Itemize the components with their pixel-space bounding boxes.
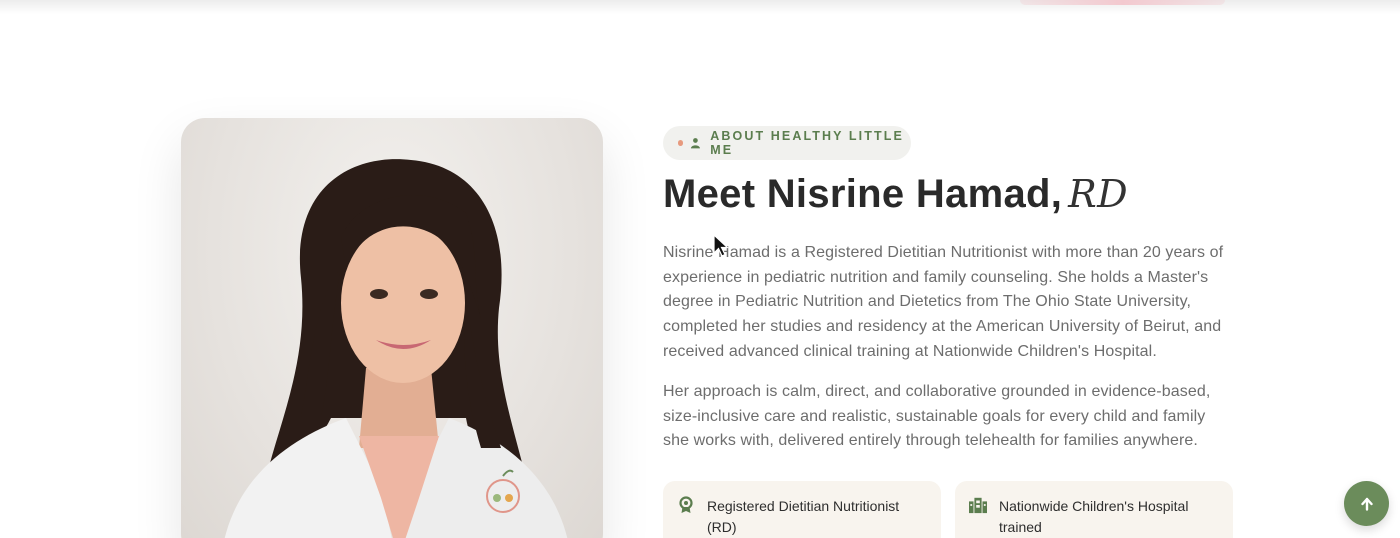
bio-paragraph-2: Her approach is calm, direct, and collab… [663, 383, 1211, 450]
credential-label: Nationwide Children's Hospital trained [999, 498, 1189, 535]
person-icon [691, 138, 701, 149]
header-accent-bar [1020, 0, 1225, 5]
mouse-cursor-icon [713, 234, 729, 257]
hospital-icon [969, 497, 987, 514]
section-heading: Meet Nisrine Hamad, RD [663, 172, 1128, 217]
section-eyebrow: ABOUT HEALTHY LITTLE ME [663, 126, 911, 160]
credential-badge-rd: Registered Dietitian Nutritionist (RD) [663, 481, 941, 538]
award-icon [679, 496, 693, 513]
heading-name: Meet Nisrine Hamad, [663, 172, 1063, 216]
credential-badge-hospital: Nationwide Children's Hospital trained [955, 481, 1233, 538]
portrait-illustration [224, 159, 568, 538]
eyebrow-label: ABOUT HEALTHY LITTLE ME [710, 129, 904, 157]
accent-dot [678, 140, 684, 146]
portrait-card [181, 118, 603, 538]
arrow-up-icon [1360, 497, 1373, 511]
credential-label: Registered Dietitian Nutritionist (RD) [707, 498, 900, 535]
heading-credential: RD [1068, 172, 1128, 216]
bio-paragraph-1: Nisrine Hamad is a Registered Dietitian … [663, 244, 1224, 360]
back-to-top-button[interactable] [1344, 481, 1389, 526]
